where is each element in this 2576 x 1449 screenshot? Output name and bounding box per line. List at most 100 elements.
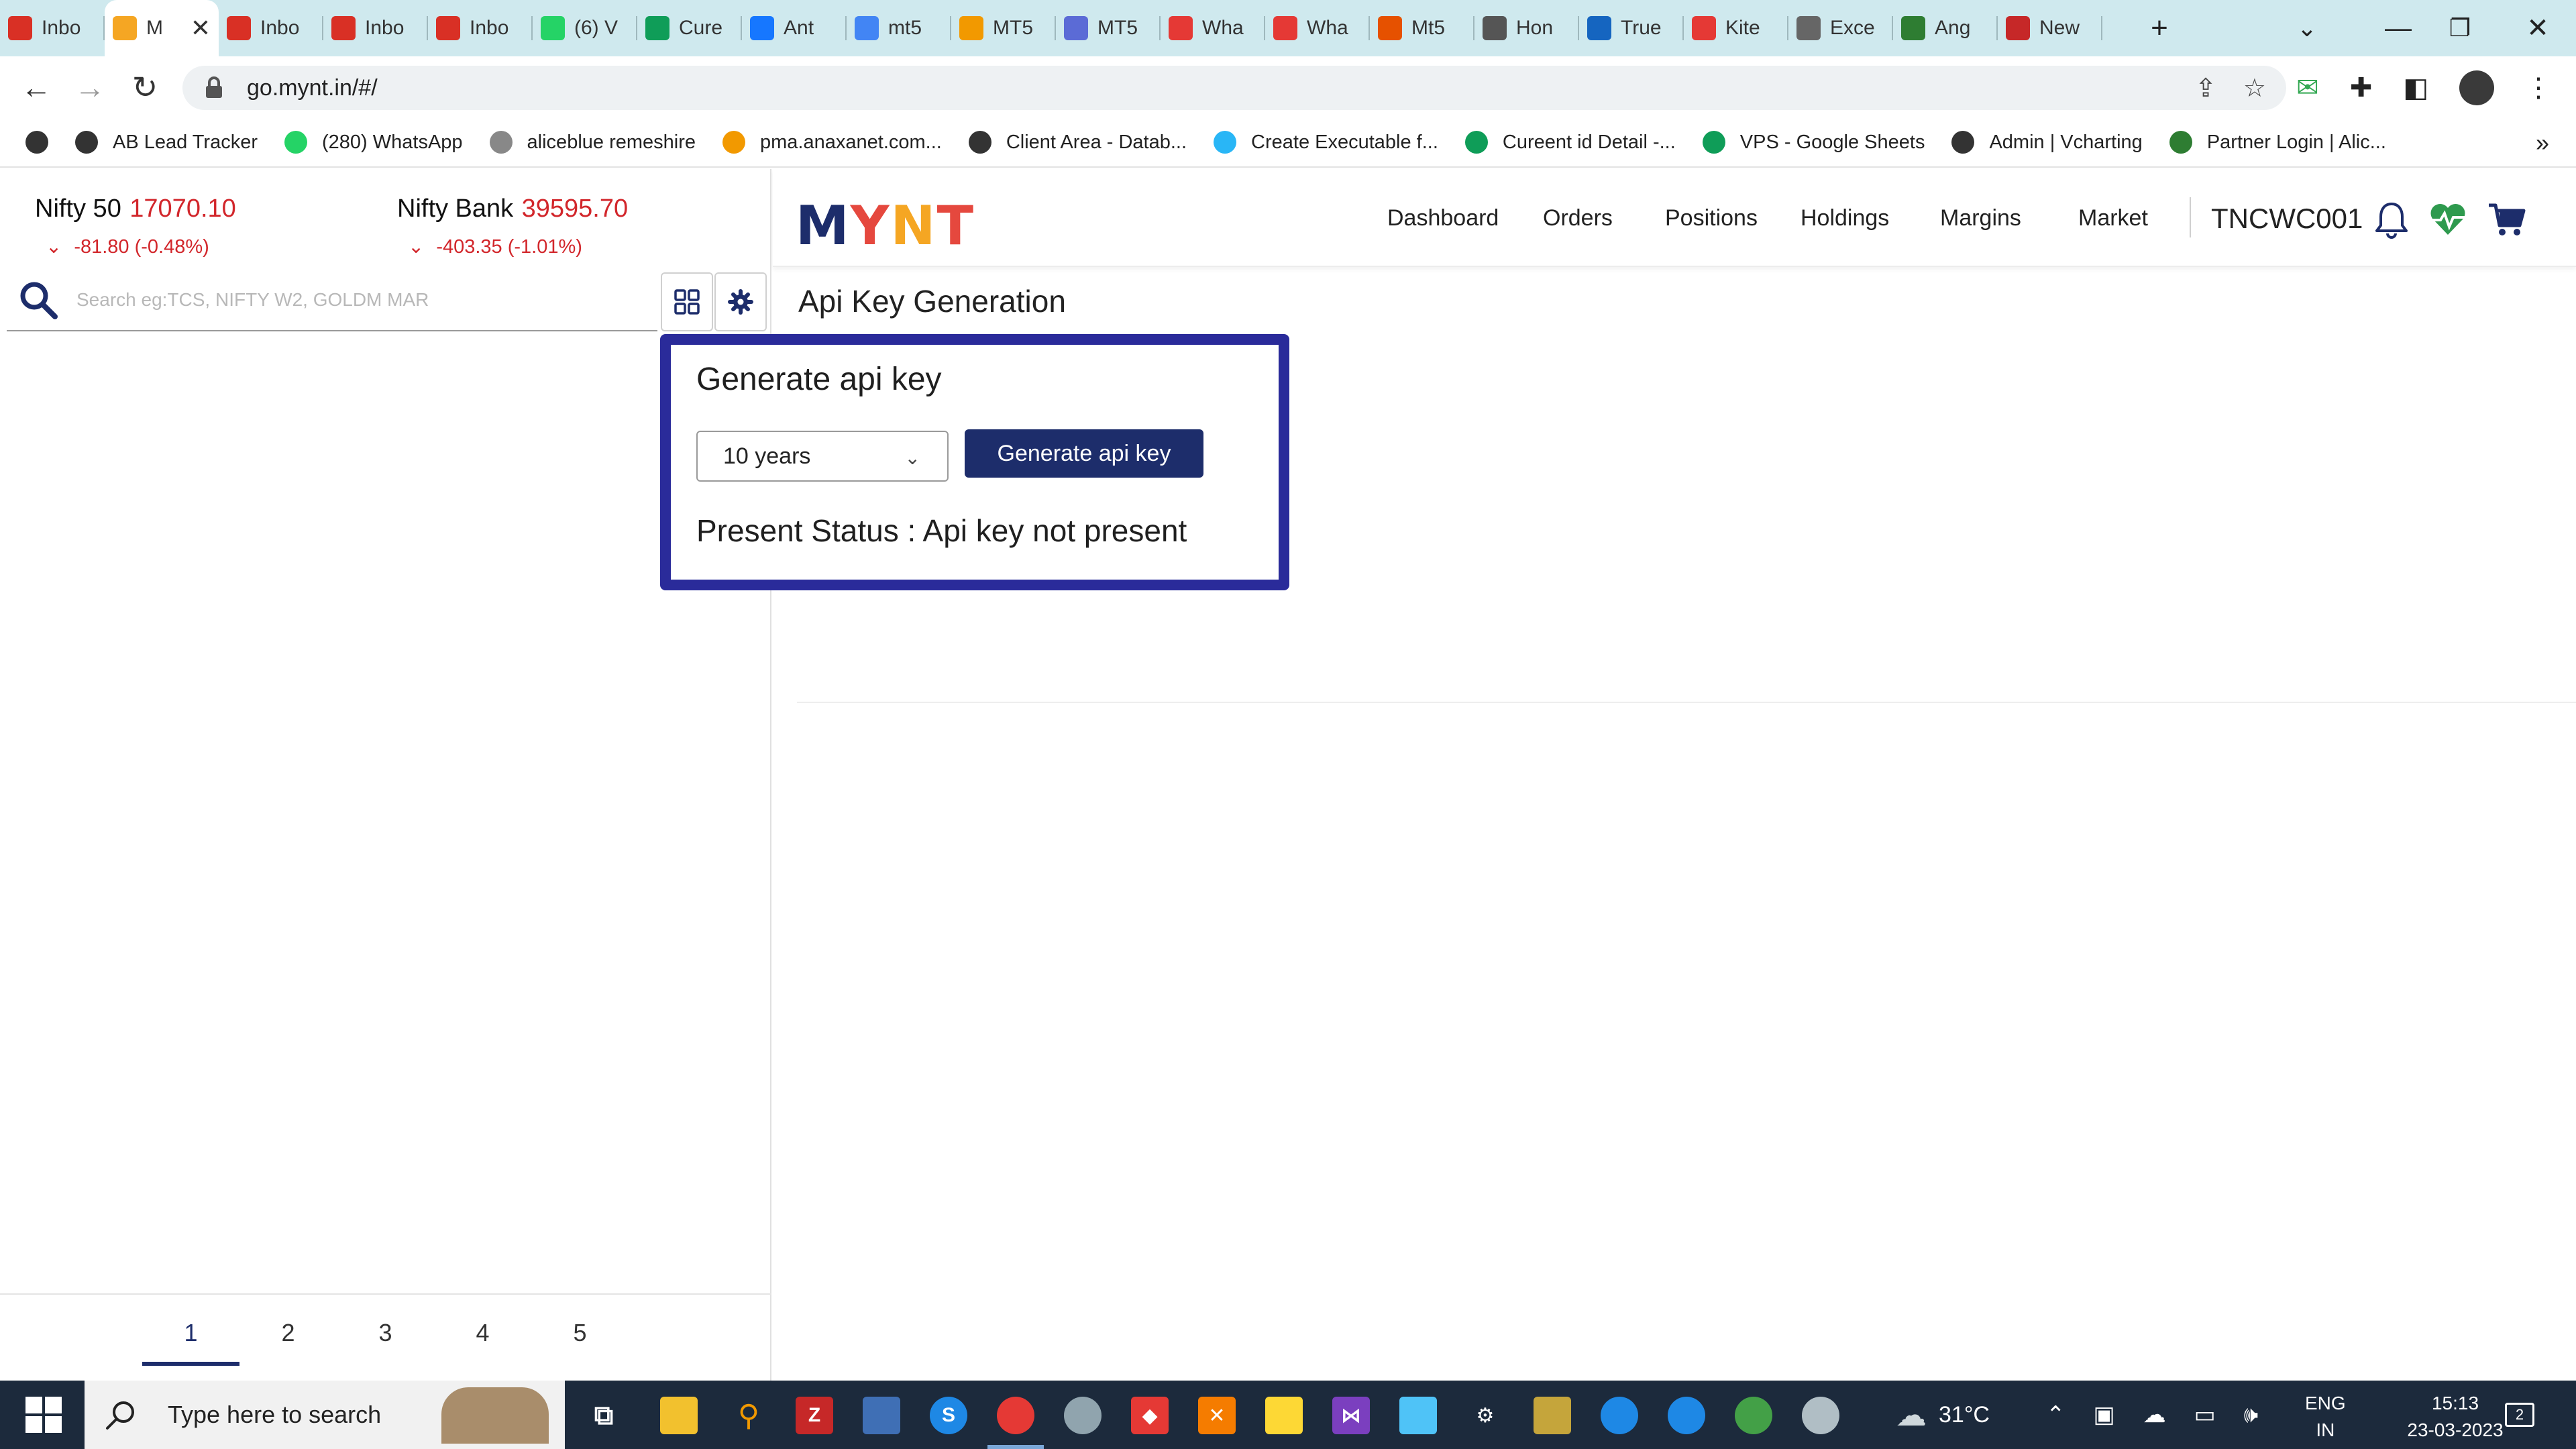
browser-tab[interactable]: Wha bbox=[1265, 0, 1370, 56]
search-app-icon[interactable]: ⚲ bbox=[730, 1397, 767, 1434]
anydesk-icon[interactable]: ◆ bbox=[1131, 1397, 1169, 1434]
index-nifty-50[interactable]: Nifty 50 17070.10 ⌄ -81.80 (-0.48%) bbox=[35, 195, 236, 258]
taskbar-search[interactable]: Type here to search bbox=[85, 1381, 565, 1449]
share-icon[interactable]: ⇪ bbox=[2195, 73, 2216, 103]
paint-icon[interactable] bbox=[1802, 1397, 1839, 1434]
tab-search-icon[interactable]: ⌄ bbox=[2284, 0, 2330, 56]
browser-tab[interactable]: Mt5 bbox=[1370, 0, 1474, 56]
browser-tab[interactable]: MT5 bbox=[1056, 0, 1161, 56]
restore-button[interactable]: ❐ bbox=[2423, 0, 2497, 56]
show-hidden-icons[interactable]: ⌃ bbox=[2046, 1401, 2065, 1428]
extensions-puzzle-icon[interactable]: ✚ bbox=[2350, 72, 2373, 103]
browser-tab[interactable]: Kite bbox=[1684, 0, 1788, 56]
grid-view-button[interactable] bbox=[661, 272, 713, 331]
browser-tab[interactable]: M ✕ bbox=[105, 0, 219, 56]
bookmark-item[interactable]: Admin | Vcharting bbox=[1951, 131, 2143, 154]
page-1[interactable]: 1 bbox=[142, 1319, 239, 1347]
user-app-2-icon[interactable] bbox=[1668, 1397, 1705, 1434]
validity-select[interactable]: 10 years ⌄ bbox=[696, 431, 949, 482]
browser-tab[interactable]: mt5 bbox=[847, 0, 951, 56]
weather-widget[interactable]: ☁ 31°C bbox=[1896, 1381, 1990, 1449]
health-heart-icon[interactable] bbox=[2427, 199, 2469, 240]
bookmark-item[interactable]: VPS - Google Sheets bbox=[1702, 131, 1925, 154]
settings-gear-icon[interactable]: ⚙ bbox=[1466, 1397, 1504, 1434]
network-icon[interactable]: ☁ bbox=[2143, 1401, 2166, 1428]
browser-menu-icon[interactable]: ⋮ bbox=[2525, 72, 2552, 103]
page-3[interactable]: 3 bbox=[337, 1319, 434, 1347]
index-nifty-bank[interactable]: Nifty Bank 39595.70 ⌄ -403.35 (-1.01%) bbox=[397, 195, 628, 258]
forward-button[interactable]: → bbox=[68, 66, 111, 109]
task-view-icon[interactable]: ⧉ bbox=[585, 1397, 623, 1434]
browser-tab[interactable]: Ang bbox=[1893, 0, 1998, 56]
search-input[interactable] bbox=[76, 289, 627, 311]
xampp-icon[interactable]: ✕ bbox=[1198, 1397, 1236, 1434]
browser-tab[interactable]: Wha bbox=[1161, 0, 1265, 56]
snipping-tool-icon[interactable] bbox=[1064, 1397, 1102, 1434]
browser-tab[interactable]: MT5 bbox=[951, 0, 1056, 56]
close-window-button[interactable]: ✕ bbox=[2501, 0, 2575, 56]
remote-desktop-icon[interactable] bbox=[863, 1397, 900, 1434]
browser-tab[interactable]: Hon bbox=[1474, 0, 1579, 56]
browser-tab[interactable]: Inbo bbox=[0, 0, 105, 56]
profile-avatar[interactable] bbox=[2459, 70, 2494, 105]
nav-market[interactable]: Market bbox=[2078, 205, 2148, 231]
browser-tab[interactable]: Inbo bbox=[428, 0, 533, 56]
meet-now-icon[interactable]: ▣ bbox=[2094, 1401, 2115, 1428]
notepad-icon[interactable] bbox=[1399, 1397, 1437, 1434]
bookmarks-overflow-icon[interactable]: » bbox=[2536, 118, 2549, 168]
browser-tab[interactable]: Ant bbox=[742, 0, 847, 56]
notification-center-icon[interactable]: 2 bbox=[2505, 1381, 2534, 1449]
new-tab-button[interactable]: + bbox=[2136, 0, 2183, 56]
bookmark-item[interactable]: AB Lead Tracker bbox=[75, 131, 258, 154]
trading-app-icon[interactable] bbox=[1735, 1397, 1772, 1434]
browser-tab[interactable]: True bbox=[1579, 0, 1684, 56]
user-id[interactable]: TNCWC001 bbox=[2211, 203, 2363, 235]
nav-margins[interactable]: Margins bbox=[1940, 205, 2021, 231]
page-5[interactable]: 5 bbox=[531, 1319, 629, 1347]
sticky-notes-icon[interactable] bbox=[1265, 1397, 1303, 1434]
user-app-icon[interactable] bbox=[1601, 1397, 1638, 1434]
browser-tab[interactable]: Inbo bbox=[219, 0, 323, 56]
globe-icon[interactable] bbox=[25, 131, 48, 154]
bell-icon[interactable] bbox=[2371, 199, 2412, 240]
visual-studio-icon[interactable]: ⋈ bbox=[1332, 1397, 1370, 1434]
bookmark-star-icon[interactable]: ☆ bbox=[2243, 73, 2266, 103]
browser-tab[interactable]: New bbox=[1998, 0, 2102, 56]
bookmark-item[interactable]: Client Area - Datab... bbox=[968, 131, 1187, 154]
cart-icon[interactable] bbox=[2486, 199, 2528, 240]
battery-icon[interactable]: ▭ bbox=[2194, 1401, 2216, 1428]
mynt-logo[interactable]: MYNT bbox=[796, 195, 975, 257]
nav-dashboard[interactable]: Dashboard bbox=[1387, 205, 1499, 231]
input-language[interactable]: ENG IN bbox=[2305, 1390, 2346, 1444]
browser-tab[interactable]: (6) V bbox=[533, 0, 637, 56]
side-panel-icon[interactable]: ◧ bbox=[2403, 72, 2428, 103]
bookmark-item[interactable]: (280) WhatsApp bbox=[284, 131, 463, 154]
close-tab-icon[interactable]: ✕ bbox=[191, 14, 211, 42]
nav-orders[interactable]: Orders bbox=[1543, 205, 1613, 231]
browser-tab[interactable]: Cure bbox=[637, 0, 742, 56]
browser-tab[interactable]: Exce bbox=[1788, 0, 1893, 56]
bookmark-item[interactable]: pma.anaxanet.com... bbox=[722, 131, 942, 154]
bookmark-item[interactable]: Create Executable f... bbox=[1214, 131, 1438, 154]
browser-tab[interactable]: Inbo bbox=[323, 0, 428, 56]
page-4[interactable]: 4 bbox=[434, 1319, 531, 1347]
bookmark-item[interactable]: aliceblue remeshire bbox=[489, 131, 696, 154]
back-button[interactable]: ← bbox=[15, 66, 58, 109]
reload-button[interactable]: ↻ bbox=[123, 66, 166, 109]
file-explorer-icon[interactable] bbox=[660, 1397, 698, 1434]
app-folder-icon[interactable] bbox=[1534, 1397, 1571, 1434]
nav-positions[interactable]: Positions bbox=[1665, 205, 1758, 231]
generate-api-key-button[interactable]: Generate api key bbox=[965, 429, 1203, 478]
address-bar[interactable]: go.mynt.in/#/ ⇪ ☆ bbox=[182, 66, 2286, 110]
windows-start-icon[interactable] bbox=[25, 1397, 62, 1433]
page-2[interactable]: 2 bbox=[239, 1319, 337, 1347]
bookmark-item[interactable]: Cureent id Detail -... bbox=[1464, 131, 1676, 154]
extension-mail-icon[interactable]: ✉ bbox=[2296, 72, 2319, 103]
chrome-icon[interactable] bbox=[997, 1397, 1034, 1434]
skype-icon[interactable]: S bbox=[930, 1397, 967, 1434]
system-clock[interactable]: 15:13 23-03-2023 bbox=[2395, 1390, 2516, 1444]
bookmark-item[interactable]: Partner Login | Alic... bbox=[2169, 131, 2386, 154]
settings-button[interactable] bbox=[714, 272, 767, 331]
filezilla-icon[interactable]: Z bbox=[796, 1397, 833, 1434]
volume-icon[interactable]: 🕪 bbox=[2244, 1402, 2258, 1428]
